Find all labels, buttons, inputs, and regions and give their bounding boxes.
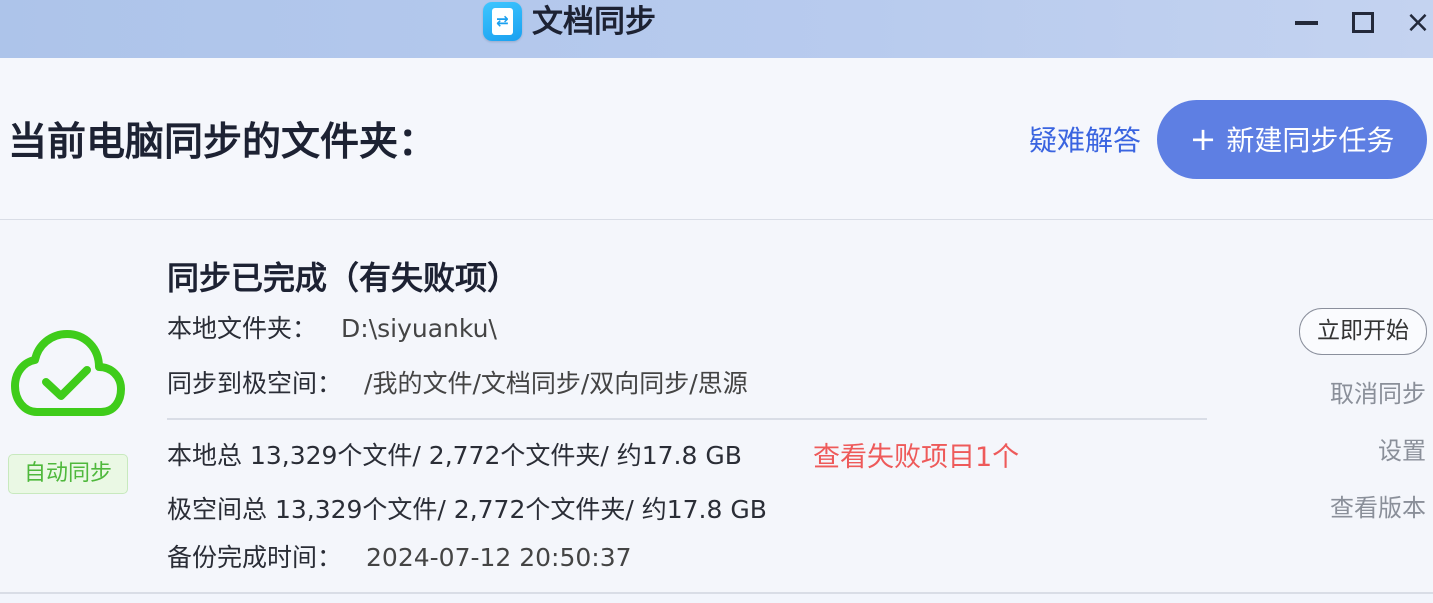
window-title: 文档同步 (532, 4, 656, 40)
title-bar: ⇄ 文档同步 × (0, 0, 1433, 58)
sync-arrows-icon: ⇄ (492, 8, 513, 35)
remote-folder-path: /我的文件/文档同步/双向同步/思源 (364, 369, 748, 398)
start-now-button[interactable]: 立即开始 (1299, 308, 1427, 355)
remote-total-stats: 极空间总 13,329个文件/ 2,772个文件夹/ 约17.8 GB (167, 495, 767, 524)
sync-status-title: 同步已完成（有失败项） (167, 259, 520, 297)
remote-folder-row: 同步到极空间： /我的文件/文档同步/双向同步/思源 (167, 366, 748, 402)
card-divider (167, 418, 1207, 420)
view-versions-link[interactable]: 查看版本 (1330, 490, 1426, 526)
minimize-icon[interactable] (1291, 8, 1321, 38)
app-icon: ⇄ (483, 2, 522, 41)
card-bottom-divider (0, 592, 1433, 594)
local-folder-row: 本地文件夹： D:\siyuanku\ (167, 311, 497, 347)
auto-sync-badge: 自动同步 (8, 454, 128, 494)
backup-time-label: 备份完成时间： (167, 543, 343, 572)
help-link[interactable]: 疑难解答 (1029, 121, 1141, 161)
view-failed-items-link[interactable]: 查看失败项目1个 (813, 438, 1019, 478)
new-sync-task-button[interactable]: + 新建同步任务 (1157, 100, 1427, 179)
local-folder-label: 本地文件夹： (167, 314, 318, 343)
settings-link[interactable]: 设置 (1378, 433, 1426, 469)
page-title: 当前电脑同步的文件夹： (8, 120, 438, 165)
new-sync-task-label: 新建同步任务 (1226, 124, 1395, 157)
local-total-stats: 本地总 13,329个文件/ 2,772个文件夹/ 约17.8 GB (167, 441, 742, 470)
cancel-sync-link[interactable]: 取消同步 (1330, 376, 1426, 412)
maximize-icon[interactable] (1349, 8, 1379, 38)
remote-folder-label: 同步到极空间： (167, 369, 343, 398)
local-folder-path: D:\siyuanku\ (341, 314, 497, 343)
close-icon[interactable]: × (1403, 8, 1433, 38)
backup-time-value: 2024-07-12 20:50:37 (366, 543, 632, 572)
backup-time-row: 备份完成时间： 2024-07-12 20:50:37 (167, 540, 632, 576)
cloud-check-icon (11, 330, 125, 416)
plus-icon: + (1189, 120, 1217, 158)
